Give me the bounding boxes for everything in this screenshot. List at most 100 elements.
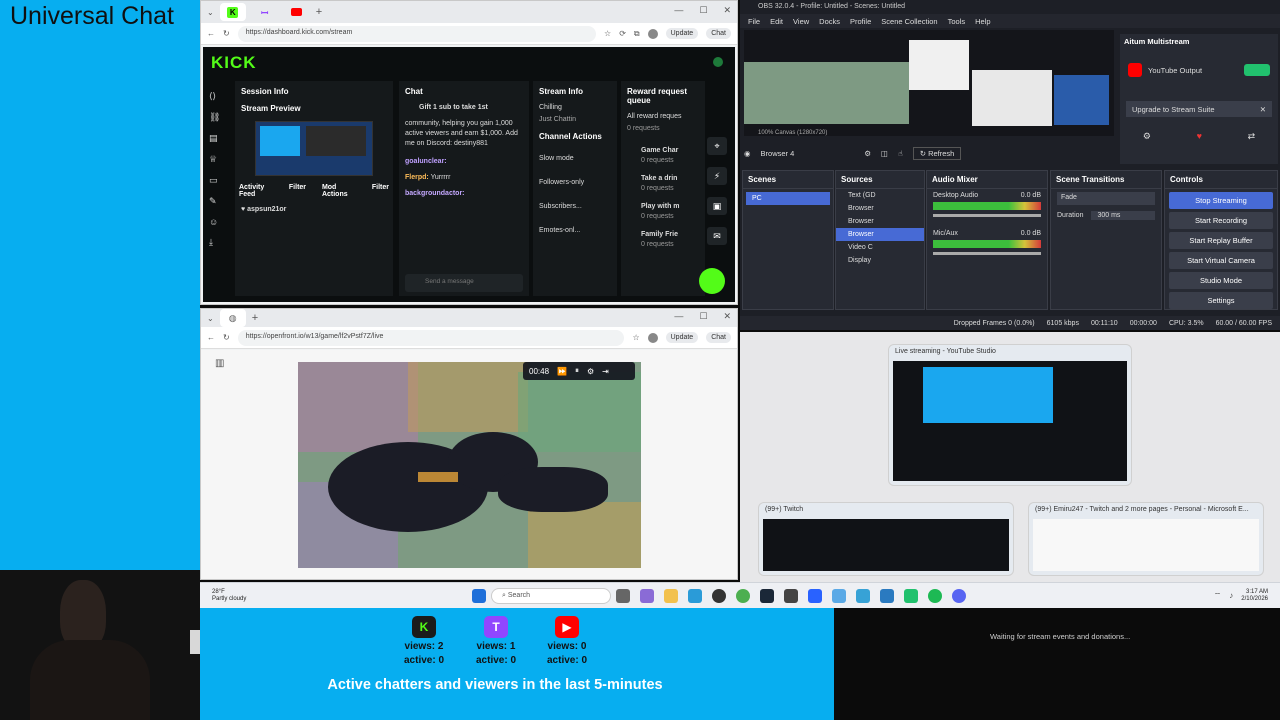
refresh-icon[interactable]: ⟳ bbox=[619, 29, 626, 38]
file-explorer-icon[interactable] bbox=[664, 588, 678, 603]
source-item[interactable]: Display bbox=[836, 254, 924, 267]
reward-item[interactable]: Play with m0 requests bbox=[621, 201, 705, 223]
app-icon[interactable] bbox=[808, 588, 822, 603]
maximize-icon[interactable]: ☐ bbox=[699, 311, 707, 322]
app-icon[interactable] bbox=[832, 588, 846, 603]
source-filters-icon[interactable]: ◫ bbox=[881, 149, 888, 158]
update-button[interactable]: Update bbox=[665, 28, 699, 39]
source-item[interactable]: Video C bbox=[836, 241, 924, 254]
reward-item[interactable]: Take a drin 0 requests bbox=[621, 173, 705, 195]
chrome-icon[interactable] bbox=[736, 588, 750, 603]
share-icon[interactable]: ⇄ bbox=[1248, 131, 1256, 142]
obs-preview[interactable]: 100% Canvas (1280x720) bbox=[744, 30, 1114, 136]
start-recording-button[interactable]: Start Recording bbox=[1169, 212, 1273, 229]
activity-feed-tab[interactable]: Activity Feed bbox=[239, 184, 273, 198]
close-icon[interactable]: ✕ bbox=[1260, 105, 1266, 114]
wifi-icon[interactable]: ⌔ bbox=[1214, 591, 1222, 601]
nav-trophy-icon[interactable]: ♕ bbox=[209, 154, 225, 165]
settings-icon[interactable]: ⚙ bbox=[1143, 131, 1151, 142]
nav-link-icon[interactable]: ⛓ bbox=[209, 112, 225, 123]
source-properties-icon[interactable]: ⚙ bbox=[864, 149, 871, 158]
pause-icon[interactable]: ⏸ bbox=[575, 366, 579, 376]
reload-icon[interactable]: ↻ bbox=[223, 333, 230, 342]
windows-start-icon[interactable] bbox=[472, 588, 486, 603]
start-replay-buffer-button[interactable]: Start Replay Buffer bbox=[1169, 232, 1273, 249]
action-emotes-only[interactable]: Emotes-onl... bbox=[533, 225, 617, 237]
start-virtual-camera-button[interactable]: Start Virtual Camera bbox=[1169, 252, 1273, 269]
back-icon[interactable]: ← bbox=[207, 29, 215, 38]
app-icon[interactable] bbox=[784, 588, 798, 603]
copilot-icon[interactable] bbox=[640, 588, 654, 603]
quick-action-button[interactable]: ✉ bbox=[707, 227, 727, 245]
chat-button[interactable]: Chat bbox=[706, 332, 731, 343]
reload-icon[interactable]: ↻ bbox=[223, 29, 230, 38]
chevron-down-icon[interactable]: ⌄ bbox=[207, 8, 214, 17]
refresh-button[interactable]: ↻ Refresh bbox=[912, 146, 962, 160]
source-item[interactable]: Browser bbox=[836, 202, 924, 215]
clock-time[interactable]: 3:17 AM bbox=[1241, 589, 1268, 596]
new-tab-button[interactable]: + bbox=[252, 312, 258, 324]
reward-item[interactable]: Family Frie 0 requests bbox=[621, 229, 705, 251]
heart-icon[interactable]: ♥ bbox=[1197, 131, 1202, 142]
source-item[interactable]: Browser bbox=[836, 228, 924, 241]
edge-icon[interactable] bbox=[688, 588, 702, 603]
nav-chart-icon[interactable]: ▤ bbox=[209, 133, 225, 144]
settings-icon[interactable]: ⚙ bbox=[587, 367, 594, 376]
chevron-down-icon[interactable]: ⌄ bbox=[207, 314, 214, 323]
quick-action-button[interactable]: ▣ bbox=[707, 197, 727, 215]
stop-streaming-button[interactable]: Stop Streaming bbox=[1169, 192, 1273, 209]
menu-tools[interactable]: Tools bbox=[948, 17, 966, 26]
all-reward-requests[interactable]: All reward reques bbox=[621, 111, 705, 123]
avatar[interactable] bbox=[647, 332, 658, 343]
nav-users-icon[interactable]: ☺ bbox=[209, 217, 225, 227]
duration-input[interactable]: 300 ms bbox=[1091, 211, 1155, 220]
clock-date[interactable]: 2/10/2026 bbox=[1241, 596, 1268, 603]
extensions-icon[interactable]: ⧉ bbox=[634, 29, 640, 39]
close-icon[interactable]: ✕ bbox=[723, 311, 731, 322]
exit-icon[interactable]: ⇥ bbox=[602, 367, 609, 376]
app-icon[interactable] bbox=[880, 588, 894, 603]
menu-edit[interactable]: Edit bbox=[770, 17, 783, 26]
volume-icon[interactable]: ♪ bbox=[1229, 591, 1233, 600]
url-field[interactable]: https://openfront.io/w13/game/lf2vPstf7Z… bbox=[237, 329, 625, 346]
discord-icon[interactable] bbox=[952, 588, 966, 603]
weather-desc[interactable]: Partly cloudy bbox=[212, 596, 302, 603]
fast-forward-icon[interactable]: ⏩ bbox=[557, 367, 567, 376]
nav-tv-icon[interactable]: ▭ bbox=[209, 175, 225, 186]
task-view-icon[interactable] bbox=[616, 588, 630, 603]
tab-openfront[interactable]: ◍ bbox=[219, 309, 246, 327]
action-slow-mode[interactable]: Slow mode bbox=[533, 153, 617, 165]
menu-view[interactable]: View bbox=[793, 17, 809, 26]
minimize-icon[interactable]: — bbox=[674, 5, 683, 16]
weather-temp[interactable]: 28°F bbox=[212, 589, 302, 596]
taskbar-search[interactable]: ⌕ Search bbox=[491, 587, 611, 604]
window-thumbnail[interactable]: (99+) Twitch bbox=[758, 502, 1014, 576]
close-icon[interactable]: ✕ bbox=[723, 5, 731, 16]
nav-download-icon[interactable]: ⤓ bbox=[209, 237, 225, 248]
tab-twitch[interactable]: ꟷ bbox=[252, 3, 278, 21]
url-field[interactable]: https://dashboard.kick.com/stream bbox=[237, 25, 597, 42]
menu-profile[interactable]: Profile bbox=[850, 17, 871, 26]
minimize-icon[interactable]: — bbox=[674, 311, 683, 322]
scene-item[interactable]: PC bbox=[746, 192, 830, 205]
chat-button[interactable]: Chat bbox=[706, 28, 731, 39]
mod-actions-tab[interactable]: Mod Actions bbox=[322, 184, 356, 198]
settings-button[interactable]: Settings bbox=[1169, 292, 1273, 309]
menu-file[interactable]: File bbox=[748, 17, 760, 26]
volume-slider[interactable] bbox=[933, 214, 1041, 217]
action-followers-only[interactable]: Followers-only bbox=[533, 177, 617, 189]
app-icon[interactable] bbox=[856, 588, 870, 603]
live-status-button[interactable] bbox=[699, 268, 725, 294]
game-map[interactable] bbox=[298, 362, 641, 568]
upgrade-stream-suite-button[interactable]: Upgrade to Stream Suite bbox=[1132, 105, 1215, 114]
maximize-icon[interactable]: ☐ bbox=[699, 5, 707, 16]
star-icon[interactable]: ☆ bbox=[604, 29, 611, 38]
back-icon[interactable]: ← bbox=[207, 333, 215, 342]
tab-kick[interactable]: K bbox=[219, 3, 246, 21]
source-item[interactable]: Browser bbox=[836, 215, 924, 228]
nav-stream-icon[interactable]: ⟨⟩ bbox=[209, 91, 225, 102]
chat-input[interactable]: Send a message bbox=[405, 274, 523, 292]
menu-scene-collection[interactable]: Scene Collection bbox=[881, 17, 937, 26]
filter-button[interactable]: Filter bbox=[289, 184, 306, 198]
source-item[interactable]: Text (GD bbox=[836, 189, 924, 202]
